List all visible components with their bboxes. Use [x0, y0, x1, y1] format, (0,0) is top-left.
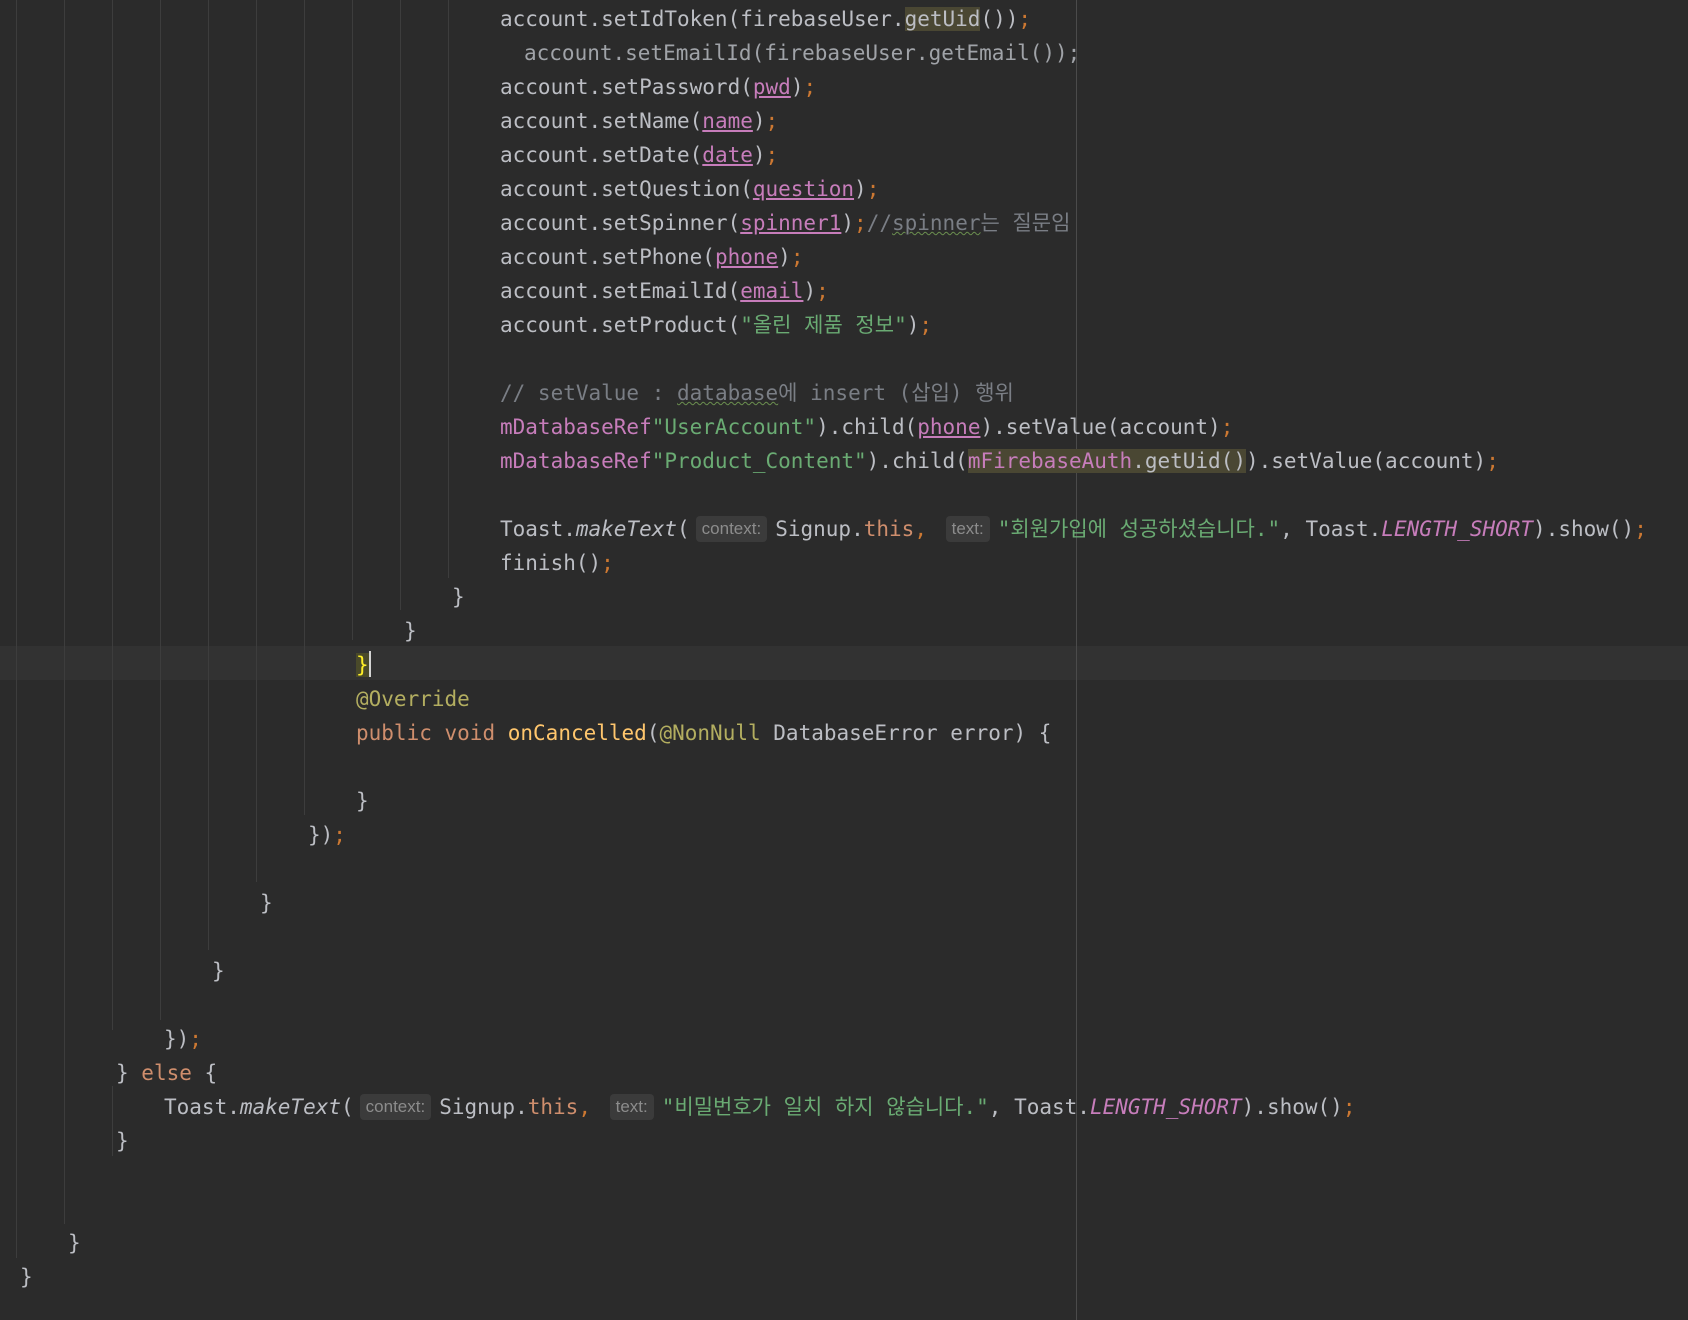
code-line: }	[68, 1231, 81, 1255]
code-comment: // setValue : database에 insert (삽입) 행위	[500, 381, 1014, 405]
parameter-hint: context:	[359, 1094, 432, 1120]
code-line: }	[452, 585, 465, 609]
indent-guide	[352, 0, 353, 640]
code-line: account.setQuestion(question);	[500, 177, 880, 201]
code-line: account.setEmailId(firebaseUser.getEmail…	[524, 41, 1081, 65]
parameter-hint: context:	[695, 516, 768, 542]
indent-guide	[64, 0, 65, 1224]
code-line: mDatabaseRef"Product_Content").child(mFi…	[500, 449, 1499, 473]
code-line: account.setEmailId(email);	[500, 279, 829, 303]
code-line: account.setPhone(phone);	[500, 245, 804, 269]
code-line: public void onCancelled(@NonNull Databas…	[356, 721, 1052, 745]
code-line: Toast.makeText(context: Signup.this, text…	[500, 516, 1647, 542]
code-line: }	[212, 959, 225, 983]
indent-guide	[448, 0, 449, 578]
current-line-highlight	[0, 646, 1688, 680]
indent-guide	[256, 0, 257, 882]
indent-guide	[208, 0, 209, 950]
code-line: }	[356, 789, 369, 813]
code-line: account.setSpinner(spinner1);//spinner는 …	[500, 211, 1071, 235]
indent-guide	[160, 0, 161, 1020]
parameter-hint: text:	[609, 1094, 654, 1120]
code-line: } else {	[116, 1061, 218, 1085]
code-line: });	[164, 1027, 202, 1051]
code-line: account.setIdToken(firebaseUser.getUid()…	[500, 7, 1032, 31]
code-editor[interactable]: account.setIdToken(firebaseUser.getUid()…	[0, 0, 1688, 1320]
code-line: }	[116, 1129, 129, 1153]
code-line: finish();	[500, 551, 614, 575]
indent-guide	[400, 0, 401, 610]
indent-guide	[112, 0, 113, 1030]
code-line-cursor[interactable]: }	[356, 648, 371, 682]
code-line: account.setDate(date);	[500, 143, 779, 167]
indent-guide	[304, 0, 305, 815]
text-caret	[368, 651, 371, 677]
parameter-hint: text:	[945, 516, 990, 542]
code-annotation: @Override	[356, 687, 470, 711]
code-line: account.setPassword(pwd);	[500, 75, 817, 99]
code-line: });	[308, 823, 346, 847]
code-line: }	[404, 619, 417, 643]
code-line: account.setName(name);	[500, 109, 779, 133]
code-line: Toast.makeText(context: Signup.this, text…	[164, 1094, 1356, 1120]
code-line: }	[20, 1265, 33, 1289]
indent-guide	[16, 0, 17, 1258]
indent-guide	[112, 1086, 113, 1156]
code-line: }	[260, 891, 273, 915]
code-line: mDatabaseRef"UserAccount").child(phone).…	[500, 415, 1234, 439]
code-line: account.setProduct("올린 제품 정보");	[500, 313, 933, 337]
